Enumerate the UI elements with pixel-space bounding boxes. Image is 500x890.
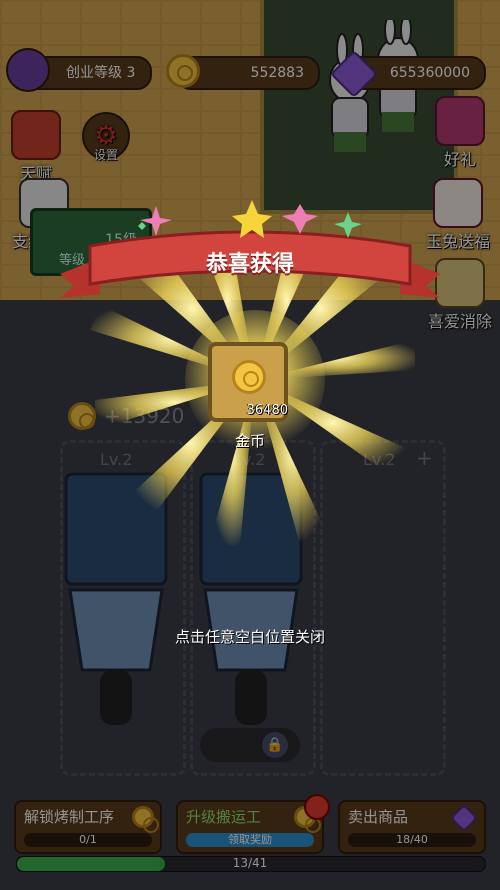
reward-count: 36480 xyxy=(246,403,288,418)
stars-decoration xyxy=(138,200,362,238)
close-hint: 点击任意空白位置关闭 xyxy=(174,628,325,646)
reward-name: 金币 xyxy=(234,432,265,450)
coin-icon xyxy=(232,360,266,394)
popup-title: 恭喜获得 xyxy=(205,252,294,277)
